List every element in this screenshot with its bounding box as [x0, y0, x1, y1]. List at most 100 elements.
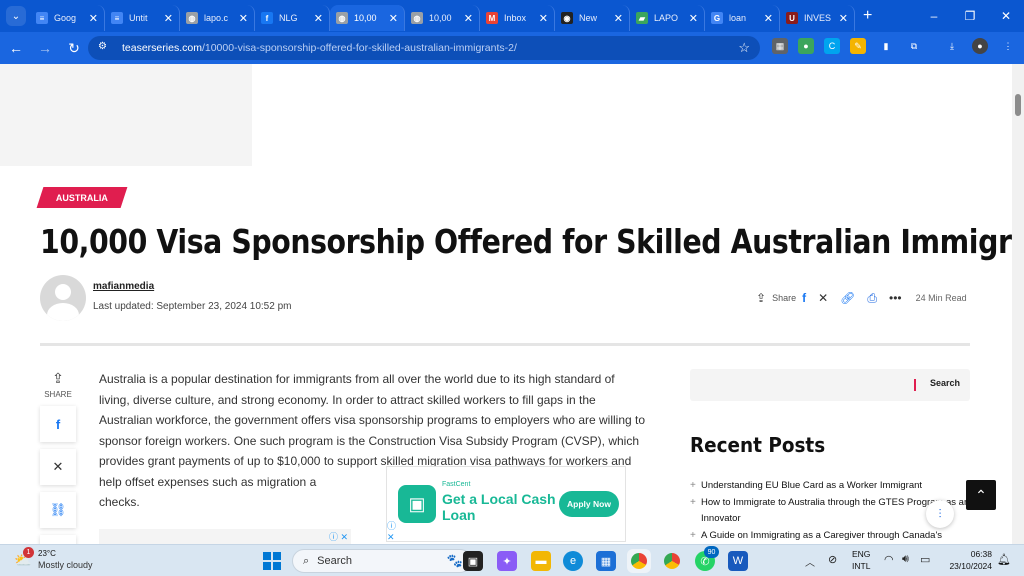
tab-close-icon[interactable]: ✕ [839, 12, 848, 25]
browser-tab[interactable]: Gloan ✕ [705, 5, 780, 31]
file-explorer-icon[interactable]: ▬ [531, 551, 551, 571]
extension-bars-icon[interactable]: ▮ [878, 38, 894, 54]
browser-tab[interactable]: ◍ 10,00 ✕ [330, 5, 405, 31]
input-layout[interactable]: INTL [852, 561, 870, 571]
tab-close-icon[interactable]: ✕ [464, 12, 473, 25]
clock-time[interactable]: 06:38 [946, 549, 992, 559]
browser-tab[interactable]: U INVES ✕ [780, 5, 855, 31]
tray-chevron-icon[interactable]: ︿ [805, 554, 815, 569]
scroll-to-top-button[interactable]: ⌃ [966, 480, 996, 510]
url-path: /10000-visa-sponsorship-offered-for-skil… [201, 42, 517, 54]
extension-green-icon[interactable]: ● [798, 38, 814, 54]
sidebar-search-input[interactable]: Search [690, 369, 970, 401]
new-tab-button[interactable]: + [863, 7, 879, 25]
sidebar-search-button[interactable]: Search [930, 378, 960, 388]
chrome-active-icon[interactable] [629, 551, 649, 571]
battery-icon[interactable]: ▭ [920, 553, 930, 566]
share-facebook-button[interactable]: f [40, 406, 76, 442]
copy-link-icon[interactable]: 🔗︎ [840, 291, 855, 305]
task-view-icon[interactable]: ▣ [463, 551, 483, 571]
clock-date[interactable]: 23/10/2024 [946, 561, 992, 571]
browser-tab[interactable]: ◍ 10,00 ✕ [405, 5, 480, 31]
browser-tab[interactable]: f NLG ✕ [255, 5, 330, 31]
share-icon[interactable]: ⇪ [756, 291, 766, 305]
start-button[interactable] [263, 552, 281, 570]
tab-close-icon[interactable]: ✕ [539, 12, 548, 25]
taskbar-search[interactable]: ⌕ Search 🐾 [292, 549, 472, 573]
inline-ad-placeholder [99, 529, 351, 544]
share-copy-link-button[interactable]: ⛓ [40, 492, 76, 528]
forward-button[interactable]: → [32, 35, 58, 61]
extension-pencil-icon[interactable]: ✎ [850, 38, 866, 54]
share-more-button[interactable]: ▭ [40, 535, 76, 544]
browser-tab[interactable]: ◍ lapo.c ✕ [180, 5, 255, 31]
tab-list: ≡ Goog ✕ ≡ Untit ✕ ◍ lapo.c ✕ f NLG ✕ ◍ 10,00 ✕ ◍ 10,00 ✕… [30, 1, 855, 31]
loan-ad-banner[interactable]: ▣ FastCent Get a Local Cash Loan Apply N… [386, 466, 626, 542]
adchoices-icon[interactable]: ⓘ ✕ [329, 530, 348, 543]
author-avatar[interactable] [40, 275, 86, 321]
tab-close-icon[interactable]: ✕ [164, 12, 173, 25]
browser-tab[interactable]: ≡ Untit ✕ [105, 5, 180, 31]
extension-grid-icon[interactable]: ▦ [772, 38, 788, 54]
tab-close-icon[interactable]: ✕ [764, 12, 773, 25]
author-link[interactable]: mafianmedia [93, 281, 154, 292]
site-info-icon[interactable]: ⚙ [98, 41, 112, 55]
tab-search-button[interactable]: ⌄ [6, 6, 26, 26]
tray-network-off-icon[interactable]: ⊘ [828, 553, 837, 566]
category-badge[interactable]: AUSTRALIA [36, 187, 128, 208]
download-icon[interactable]: ⤓ [944, 38, 960, 54]
browser-tab[interactable]: M Inbox ✕ [480, 5, 555, 31]
browser-tab[interactable]: ◉ New ✕ [555, 5, 630, 31]
ad-brand: FastCent [442, 481, 471, 488]
chrome-icon[interactable] [662, 551, 682, 571]
tab-close-icon[interactable]: ✕ [389, 12, 398, 25]
recent-post-link[interactable]: Understanding EU Blue Card as a Worker I… [690, 478, 970, 495]
browser-toolbar: ← → ↻ ⚙ teaserseries.com/10000-visa-spon… [0, 32, 1024, 64]
browser-tab[interactable]: ≡ Goog ✕ [30, 5, 105, 31]
weather-badge: 1 [23, 547, 34, 558]
tab-label: NLG [279, 13, 298, 23]
restore-button[interactable]: ❐ [952, 0, 988, 32]
bookmark-star-icon[interactable]: ☆ [738, 40, 750, 56]
more-options-icon[interactable]: ••• [889, 291, 902, 305]
article-title: 10,000 Visa Sponsorship Offered for Skil… [40, 222, 1012, 261]
scrollbar-thumb[interactable] [1015, 94, 1021, 116]
profile-avatar[interactable]: ● [972, 38, 988, 54]
minimize-button[interactable]: – [916, 0, 952, 32]
page-scrollbar[interactable] [1012, 64, 1024, 544]
tab-close-icon[interactable]: ✕ [314, 12, 323, 25]
ad-info-icon[interactable]: ⓘ ✕ [387, 519, 396, 543]
print-icon[interactable]: ⎙ [867, 291, 877, 306]
extension-c-icon[interactable]: C [824, 38, 840, 54]
apply-now-button[interactable]: Apply Now [559, 491, 619, 517]
wifi-icon[interactable]: ◠ [884, 553, 894, 566]
facebook-icon[interactable]: f [802, 291, 806, 305]
extensions-puzzle-icon[interactable]: ⧉ [906, 38, 922, 54]
tab-close-icon[interactable]: ✕ [89, 12, 98, 25]
share-icon[interactable]: ⇪ [52, 370, 64, 387]
tab-close-icon[interactable]: ✕ [614, 12, 623, 25]
recent-post-link[interactable]: A Guide on Immigrating as a Caregiver th… [690, 528, 970, 545]
ad-headline: Get a Local Cash Loan [442, 491, 556, 523]
share-x-button[interactable]: ✕ [40, 449, 76, 485]
tab-close-icon[interactable]: ✕ [239, 12, 248, 25]
edge-icon[interactable]: e [563, 551, 583, 571]
x-twitter-icon[interactable]: ✕ [818, 291, 828, 305]
share-label[interactable]: Share [772, 293, 796, 303]
browser-tab[interactable]: ▰ LAPO ✕ [630, 5, 705, 31]
voice-assistant-button[interactable]: ⫶ [926, 500, 954, 528]
notification-bell-icon[interactable]: 🔔︎ [997, 553, 1011, 566]
word-icon[interactable]: W [728, 551, 748, 571]
back-button[interactable]: ← [3, 35, 29, 61]
weather-temp[interactable]: 23°C [38, 549, 56, 558]
weather-desc[interactable]: Mostly cloudy [38, 560, 93, 570]
tab-close-icon[interactable]: ✕ [689, 12, 698, 25]
address-bar[interactable]: ⚙ teaserseries.com/10000-visa-sponsorshi… [88, 36, 760, 60]
copilot-icon[interactable]: ✦ [497, 551, 517, 571]
reload-button[interactable]: ↻ [61, 35, 87, 61]
browser-menu-icon[interactable]: ⋮ [1000, 38, 1016, 54]
input-language[interactable]: ENG [852, 549, 870, 559]
volume-icon[interactable]: 🔊︎ [902, 553, 909, 566]
close-window-button[interactable]: ✕ [988, 0, 1024, 32]
store-icon[interactable]: ▦ [596, 551, 616, 571]
